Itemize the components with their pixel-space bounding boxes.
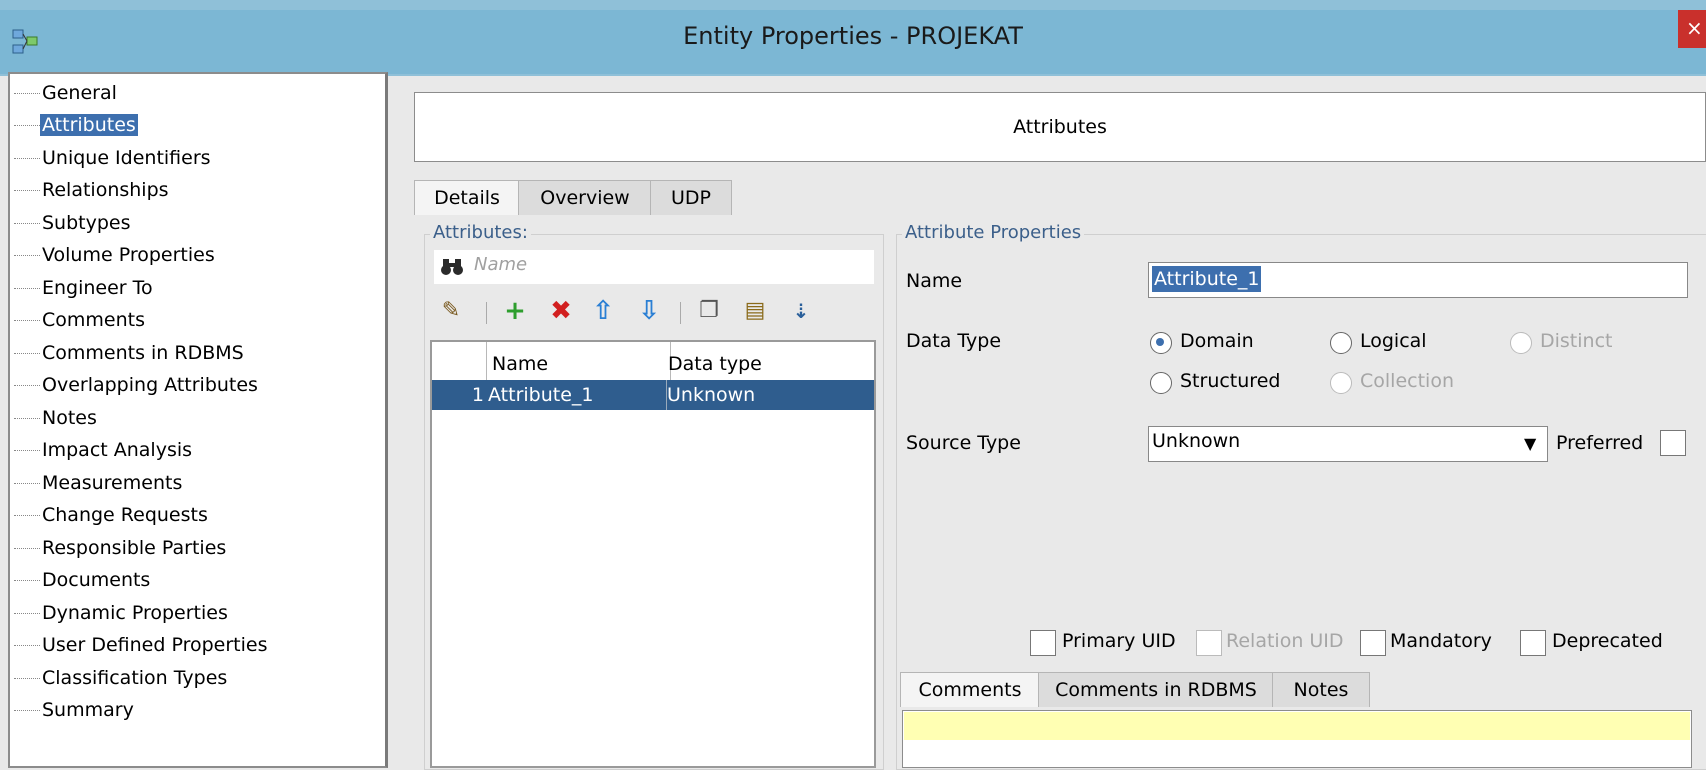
radio-distinct-label: Distinct <box>1540 330 1613 352</box>
row-index: 1 <box>471 384 484 406</box>
tree-item-label: Dynamic Properties <box>42 602 228 624</box>
search-placeholder: Name <box>474 254 528 275</box>
table-row[interactable]: 1 Attribute_1 Unknown <box>432 380 874 410</box>
radio-collection-label: Collection <box>1360 370 1454 392</box>
tree-item-label: Engineer To <box>42 277 153 299</box>
tree-item-label: Documents <box>42 569 151 591</box>
row-data-type: Unknown <box>666 380 755 410</box>
preferred-checkbox[interactable] <box>1660 430 1686 456</box>
move-down-icon[interactable]: ⇩ <box>634 296 664 326</box>
toolbar-separator <box>680 302 681 324</box>
radio-domain[interactable] <box>1150 332 1172 354</box>
data-type-label: Data Type <box>906 330 1002 352</box>
tree-item-label: Responsible Parties <box>42 537 227 559</box>
tree-item-label: Notes <box>42 407 97 429</box>
radio-domain-label: Domain <box>1180 330 1254 352</box>
tab-comments[interactable]: Comments <box>900 672 1040 707</box>
tree-item-overlapping-attributes[interactable]: Overlapping Attributes <box>14 370 260 400</box>
tree-item-impact-analysis[interactable]: Impact Analysis <box>14 435 194 465</box>
tree-item-notes[interactable]: Notes <box>14 403 99 433</box>
row-name: Attribute_1 <box>488 384 594 406</box>
deprecated-checkbox[interactable] <box>1520 630 1546 656</box>
tree-item-label: Comments in RDBMS <box>42 342 244 364</box>
relation-uid-label: Relation UID <box>1226 630 1344 652</box>
deprecated-label: Deprecated <box>1552 630 1663 652</box>
tree-item-label: Unique Identifiers <box>42 147 211 169</box>
comments-current-line-highlight <box>904 712 1690 740</box>
tree-item-volume-properties[interactable]: Volume Properties <box>14 240 217 270</box>
radio-structured-label: Structured <box>1180 370 1281 392</box>
tree-item-label: Relationships <box>42 179 169 201</box>
window-title: Entity Properties - PROJEKAT <box>683 22 1023 50</box>
source-type-value: Unknown <box>1152 430 1241 452</box>
tree-item-general[interactable]: General <box>14 78 119 108</box>
tree-item-unique-identifiers[interactable]: Unique Identifiers <box>14 143 213 173</box>
radio-structured[interactable] <box>1150 372 1172 394</box>
paste-icon[interactable]: ▤ <box>740 296 770 326</box>
attributes-group-title: Attributes: <box>430 222 531 243</box>
tab-notes[interactable]: Notes <box>1272 672 1370 707</box>
tree-item-change-requests[interactable]: Change Requests <box>14 500 210 530</box>
tree-item-label: Comments <box>42 309 145 331</box>
tree-item-attributes[interactable]: Attributes <box>14 110 138 140</box>
source-type-label: Source Type <box>906 432 1021 454</box>
tree-item-measurements[interactable]: Measurements <box>14 468 184 498</box>
chevron-down-icon[interactable]: ▼ <box>1524 434 1536 453</box>
tree-item-label: Classification Types <box>42 667 228 689</box>
radio-logical[interactable] <box>1330 332 1352 354</box>
table-index-header <box>432 342 487 380</box>
mandatory-checkbox[interactable] <box>1360 630 1386 656</box>
tab-overview[interactable]: Overview <box>518 180 652 215</box>
copy-icon[interactable]: ❐ <box>694 296 724 326</box>
name-field-value: Attribute_1 <box>1152 266 1262 292</box>
move-up-icon[interactable]: ⇧ <box>588 296 618 326</box>
attribute-properties-title: Attribute Properties <box>902 222 1085 243</box>
tree-item-user-defined-properties[interactable]: User Defined Properties <box>14 630 270 660</box>
tree-item-subtypes[interactable]: Subtypes <box>14 208 133 238</box>
primary-uid-label: Primary UID <box>1062 630 1176 652</box>
sort-icon[interactable]: ⇣ <box>786 296 816 326</box>
tab-comments-in-rdbms[interactable]: Comments in RDBMS <box>1038 672 1274 707</box>
radio-distinct <box>1510 332 1532 354</box>
delete-icon[interactable]: ✖ <box>546 296 576 326</box>
preferred-label: Preferred <box>1556 432 1644 454</box>
tree-item-label: Change Requests <box>42 504 208 526</box>
tab-udp[interactable]: UDP <box>650 180 732 215</box>
page-header: Attributes <box>414 92 1706 162</box>
column-header-data-type[interactable]: Data type <box>666 342 876 380</box>
radio-logical-label: Logical <box>1360 330 1427 352</box>
tree-item-label: User Defined Properties <box>42 634 268 656</box>
tree-item-label: Subtypes <box>42 212 131 234</box>
tree-item-classification-types[interactable]: Classification Types <box>14 663 229 693</box>
tree-item-comments-in-rdbms[interactable]: Comments in RDBMS <box>14 338 246 368</box>
name-label: Name <box>906 270 963 292</box>
column-header-name[interactable]: Name <box>488 342 671 380</box>
relation-uid-checkbox <box>1196 630 1222 656</box>
tree-item-label: Impact Analysis <box>42 439 193 461</box>
tree-item-label: Measurements <box>42 472 183 494</box>
close-button[interactable]: × <box>1678 10 1706 48</box>
tree-item-summary[interactable]: Summary <box>14 695 136 725</box>
tree-item-label: Volume Properties <box>42 244 215 266</box>
toolbar-separator <box>486 302 487 324</box>
property-tree: General Attributes Unique Identifiers Re… <box>8 72 388 768</box>
tree-item-responsible-parties[interactable]: Responsible Parties <box>14 533 228 563</box>
tree-item-dynamic-properties[interactable]: Dynamic Properties <box>14 598 230 628</box>
tree-item-documents[interactable]: Documents <box>14 565 152 595</box>
tree-item-engineer-to[interactable]: Engineer To <box>14 273 155 303</box>
primary-uid-checkbox[interactable] <box>1030 630 1056 656</box>
radio-collection <box>1330 372 1352 394</box>
tree-item-comments[interactable]: Comments <box>14 305 147 335</box>
tree-item-relationships[interactable]: Relationships <box>14 175 171 205</box>
binoculars-icon <box>441 259 463 275</box>
mandatory-label: Mandatory <box>1390 630 1492 652</box>
tree-item-label: General <box>42 82 117 104</box>
attributes-table: Name Data type 1 Attribute_1 Unknown <box>430 340 876 768</box>
add-icon[interactable]: + <box>500 296 530 326</box>
tree-item-label: Summary <box>42 699 134 721</box>
tab-details[interactable]: Details <box>414 180 520 215</box>
tree-item-label: Attributes <box>40 114 138 136</box>
tree-item-label: Overlapping Attributes <box>42 374 258 396</box>
edit-icon[interactable]: ✎ <box>436 296 466 326</box>
